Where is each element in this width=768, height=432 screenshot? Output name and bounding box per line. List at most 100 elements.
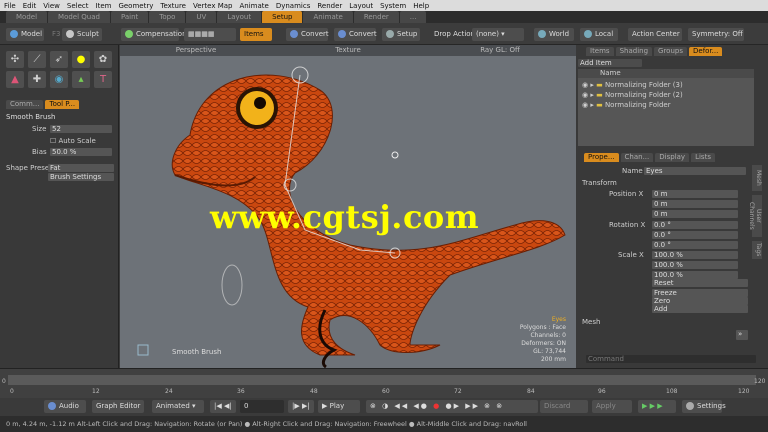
tab-lists[interactable]: Lists: [691, 153, 715, 162]
list-item[interactable]: ◉ ▸ ▬ Normalizing Folder (3): [582, 81, 683, 89]
joint-tool-icon[interactable]: ✣: [6, 51, 24, 68]
freeze-button[interactable]: Freeze: [652, 289, 748, 297]
size-input[interactable]: 52: [50, 125, 112, 133]
menu-item[interactable]: Item: [96, 2, 112, 10]
frame-input[interactable]: 0: [240, 400, 284, 413]
convert-button-2[interactable]: Convert: [334, 28, 377, 41]
model-button[interactable]: Model: [6, 28, 44, 41]
menu-texture[interactable]: Texture: [160, 2, 186, 10]
compensation-button[interactable]: Compensation: [121, 28, 187, 41]
bone-tool-icon[interactable]: ⟋: [28, 51, 46, 68]
tab-layout[interactable]: Layout: [217, 11, 262, 23]
scale-y-input[interactable]: 100.0 %: [652, 261, 738, 269]
transform-tool-icon[interactable]: ✚: [28, 71, 46, 88]
step-buttons[interactable]: ▶ ▶ ▶: [638, 400, 676, 413]
tab-tool-properties[interactable]: Tool P...: [45, 100, 80, 109]
apply-button[interactable]: Apply: [592, 400, 632, 413]
menu-render[interactable]: Render: [317, 2, 342, 10]
settings-button[interactable]: Settings: [682, 400, 726, 413]
tab-commands[interactable]: Comm...: [6, 100, 44, 109]
pose-tool-icon[interactable]: ✿: [94, 51, 112, 68]
vtab-tags[interactable]: Tags: [752, 241, 762, 259]
tab-groups[interactable]: Groups: [654, 47, 687, 56]
tab-model[interactable]: Model: [6, 11, 48, 23]
timeline[interactable]: 0 12 24 36 48 60 72 84 96 108 120 0 120: [0, 368, 768, 398]
forward-buttons[interactable]: |▶ ▶|: [288, 400, 314, 413]
menu-animate[interactable]: Animate: [239, 2, 268, 10]
menu-select[interactable]: Select: [67, 2, 89, 10]
convert-button-1[interactable]: Convert: [286, 28, 329, 41]
local-button[interactable]: Local: [580, 28, 618, 41]
list-item[interactable]: ◉ ▸ ▬ Normalizing Folder (2): [582, 91, 683, 99]
rotation-x-input[interactable]: 0.0 °: [652, 221, 738, 229]
graph-editor-button[interactable]: Graph Editor: [92, 400, 144, 413]
items-button[interactable]: Items: [240, 28, 272, 41]
tab-paint[interactable]: Paint: [110, 11, 149, 23]
item-shortcuts[interactable]: ▦▦▦▦: [184, 28, 236, 41]
position-x-input[interactable]: 0 m: [652, 190, 738, 198]
menu-help[interactable]: Help: [413, 2, 429, 10]
light-icon[interactable]: ●: [72, 51, 90, 68]
tab-channels[interactable]: Chan...: [620, 153, 654, 162]
add-button[interactable]: Add: [652, 305, 748, 313]
tab-setup[interactable]: Setup: [262, 11, 303, 23]
tab-model-quad[interactable]: Model Quad: [48, 11, 110, 23]
mesh-section[interactable]: Mesh: [582, 318, 600, 326]
scale-x-input[interactable]: 100.0 %: [652, 251, 738, 259]
tab-render[interactable]: Render: [353, 11, 399, 23]
tab-animate[interactable]: Animate: [303, 11, 353, 23]
menu-system[interactable]: System: [380, 2, 406, 10]
discard-button[interactable]: Discard: [540, 400, 588, 413]
drag-tool-icon[interactable]: ➶: [50, 51, 68, 68]
menu-vertex-map[interactable]: Vertex Map: [193, 2, 233, 10]
sculpt-button[interactable]: Sculpt: [62, 28, 102, 41]
action-center-select[interactable]: Action Center: [628, 28, 682, 41]
menu-view[interactable]: View: [43, 2, 60, 10]
drop-action-select[interactable]: (none) ▾: [472, 28, 524, 41]
menu-geometry[interactable]: Geometry: [118, 2, 153, 10]
sphere-tool-icon[interactable]: ◉: [50, 71, 68, 88]
menu-dynamics[interactable]: Dynamics: [276, 2, 311, 10]
key-buttons[interactable]: ⊗ ◑ ◀◀ ◀● ● ●▶ ▶▶ ⊗ ⊗: [366, 400, 538, 413]
tab-more[interactable]: ...: [399, 11, 427, 23]
symmetry-select[interactable]: Symmetry: Off: [688, 28, 744, 41]
weight-tool-icon[interactable]: T: [94, 71, 112, 88]
list-item[interactable]: ◉ ▸ ▬ Normalizing Folder: [582, 101, 671, 109]
vtab-user-channels[interactable]: User Channels: [748, 195, 762, 237]
expand-button[interactable]: »: [736, 330, 748, 340]
command-input[interactable]: Command: [586, 355, 756, 363]
auto-scale-checkbox[interactable]: ☐ Auto Scale: [50, 137, 96, 145]
brush-settings-button[interactable]: Brush Settings: [48, 173, 114, 181]
rewind-buttons[interactable]: |◀ ◀|: [210, 400, 236, 413]
setup-button[interactable]: Setup: [382, 28, 420, 41]
shape-preset-select[interactable]: Fat: [48, 164, 114, 172]
rotation-y-input[interactable]: 0.0 °: [652, 231, 738, 239]
bend-tool-icon[interactable]: ▲: [6, 71, 24, 88]
position-z-input[interactable]: 0 m: [652, 210, 738, 218]
tab-uv[interactable]: UV: [186, 11, 217, 23]
play-button[interactable]: ▶ Play: [318, 400, 360, 413]
audio-button[interactable]: Audio: [44, 400, 86, 413]
bias-input[interactable]: 50.0 %: [50, 148, 112, 156]
tab-topo[interactable]: Topo: [149, 11, 186, 23]
name-input[interactable]: Eyes: [644, 167, 746, 175]
scale-z-input[interactable]: 100.0 %: [652, 271, 738, 279]
tab-display[interactable]: Display: [655, 153, 690, 162]
add-item-button[interactable]: Add Item: [578, 59, 642, 67]
rotation-z-input[interactable]: 0.0 °: [652, 241, 738, 249]
vtab-mesh[interactable]: Mesh: [752, 165, 762, 191]
world-button[interactable]: World: [534, 28, 574, 41]
cone-tool-icon[interactable]: ▴: [72, 71, 90, 88]
tab-properties[interactable]: Prope...: [584, 153, 619, 162]
position-y-input[interactable]: 0 m: [652, 200, 738, 208]
transform-section[interactable]: Transform: [582, 179, 617, 187]
tab-items[interactable]: Items: [586, 47, 614, 56]
timeline-ruler[interactable]: [8, 375, 756, 385]
menu-layout[interactable]: Layout: [349, 2, 373, 10]
menu-edit[interactable]: Edit: [23, 2, 37, 10]
animated-select[interactable]: Animated ▾: [152, 400, 204, 413]
tab-deformers[interactable]: Defor...: [689, 47, 723, 56]
zero-button[interactable]: Zero: [652, 297, 748, 305]
tab-shading[interactable]: Shading: [615, 47, 653, 56]
menu-file[interactable]: File: [4, 2, 16, 10]
